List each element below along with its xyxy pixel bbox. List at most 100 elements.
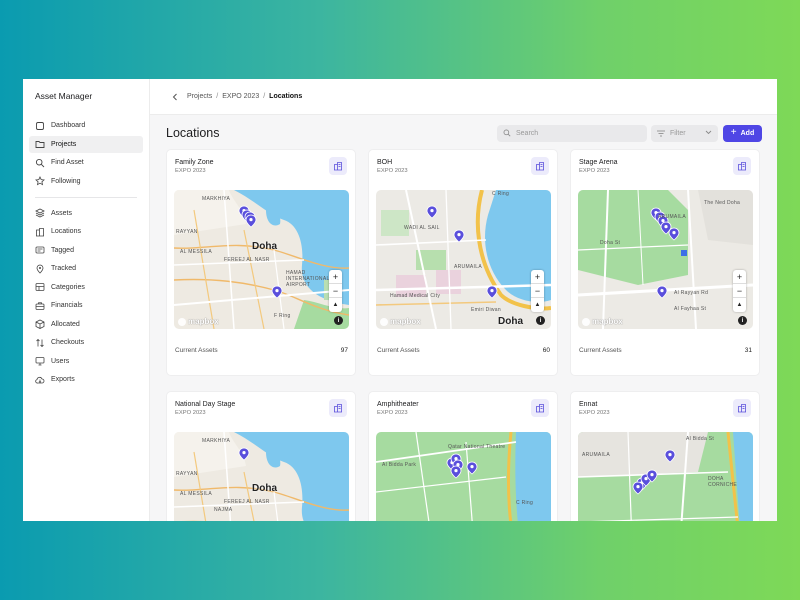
sidebar-item-find-asset[interactable]: Find Asset: [29, 154, 143, 171]
card-header: Ennat EXPO 2023: [571, 392, 759, 430]
current-assets-label: Current Assets: [175, 347, 218, 354]
map-info-button[interactable]: i: [536, 316, 545, 325]
main-area: Projects / EXPO 2023 / Locations Locatio…: [150, 79, 777, 521]
transfer-icon: [35, 338, 45, 348]
plus-icon: +: [730, 127, 737, 138]
location-map[interactable]: C Ring WADI AL SAIL ARUMAILA Hamad Medical …: [376, 190, 551, 329]
app-window: Asset Manager Dashboard Projects Find Asse…: [23, 79, 777, 521]
sidebar-item-label: Assets: [51, 209, 73, 217]
map-label: ARUMAILA: [582, 452, 610, 458]
building-icon[interactable]: [733, 399, 751, 417]
location-card[interactable]: National Day Stage EXPO 2023 RAYYAN AL ME…: [166, 391, 356, 521]
current-assets-count: 97: [340, 347, 348, 354]
map-zoom-controls: + − ▲: [329, 270, 342, 312]
cloud-icon: [35, 375, 45, 385]
sidebar-item-categories[interactable]: Categories: [29, 279, 143, 296]
current-assets-label: Current Assets: [377, 347, 420, 354]
sidebar-secondary-nav: Assets Locations Tagged Tracked Categories Fi…: [29, 205, 143, 389]
card-header: Family Zone EXPO 2023: [167, 150, 355, 188]
card-subtitle: EXPO 2023: [175, 410, 206, 416]
search-input[interactable]: Search: [497, 124, 647, 142]
card-title: BOH: [377, 159, 393, 166]
sidebar-item-assets[interactable]: Assets: [29, 205, 143, 222]
current-assets-label: Current Assets: [579, 347, 622, 354]
map-label: The Ned Doha: [704, 200, 741, 206]
square-icon: [35, 121, 45, 131]
zoom-in-button[interactable]: +: [531, 270, 544, 284]
sidebar-item-users[interactable]: Users: [29, 353, 143, 370]
location-map[interactable]: ARUMAILA The Ned Doha Al Rayyan Rd Al Fayha…: [578, 190, 753, 329]
location-card[interactable]: Amphitheater EXPO 2023 Qatar National Th…: [368, 391, 558, 521]
map-zoom-controls: + − ▲: [733, 270, 746, 312]
card-subtitle: EXPO 2023: [377, 168, 408, 174]
zoom-in-button[interactable]: +: [733, 270, 746, 284]
sidebar-item-financials[interactable]: Financials: [29, 297, 143, 314]
sidebar-item-projects[interactable]: Projects: [29, 135, 143, 153]
breadcrumb-expo[interactable]: EXPO 2023: [222, 93, 259, 100]
location-map[interactable]: RAYYAN AL MESSILA MARKHIYA FEREEJ AL NASR NA…: [174, 432, 349, 521]
zoom-out-button[interactable]: −: [733, 284, 746, 298]
filter-icon: [657, 130, 665, 137]
sidebar-item-dashboard[interactable]: Dashboard: [29, 117, 143, 134]
map-canvas: [578, 190, 753, 329]
zoom-out-button[interactable]: −: [531, 284, 544, 298]
building-icon[interactable]: [733, 157, 751, 175]
filter-dropdown[interactable]: Filter: [651, 124, 718, 142]
location-card[interactable]: Ennat EXPO 2023 ARUMAILA DOHA CORNICHE Al …: [570, 391, 760, 521]
location-card[interactable]: Family Zone EXPO 2023 RAYYAN AL MESSILA MA…: [166, 149, 356, 376]
sidebar-item-locations[interactable]: Locations: [29, 223, 143, 240]
star-icon: [35, 176, 45, 186]
map-label: Al Rayyan Rd: [674, 290, 709, 296]
building-icon[interactable]: [329, 399, 347, 417]
location-card[interactable]: BOH EXPO 2023 C Ring WADI AL SAIL ARUMAILA…: [368, 149, 558, 376]
sidebar-item-checkouts[interactable]: Checkouts: [29, 334, 143, 351]
location-map[interactable]: Qatar National TheatreAl Bidda ParkAl Co…: [376, 432, 551, 521]
add-button[interactable]: + Add: [723, 124, 762, 142]
card-footer: Current Assets 97: [175, 347, 348, 354]
search-icon: [35, 158, 45, 168]
add-button-label: Add: [740, 129, 755, 137]
app-title: Asset Manager: [35, 91, 93, 101]
zoom-in-button[interactable]: +: [329, 270, 342, 284]
breadcrumb-separator: /: [263, 93, 266, 100]
sidebar-item-label: Find Asset: [51, 159, 84, 166]
location-map[interactable]: RAYYAN AL MESSILA MARKHIYA FEREEJ AL NASR HA…: [174, 190, 349, 329]
sidebar-item-exports[interactable]: Exports: [29, 371, 143, 388]
sidebar-divider: [35, 196, 137, 198]
box-icon: [35, 319, 45, 329]
sidebar-item-label: Locations: [51, 228, 81, 235]
mapbox-logo: mapbox: [380, 317, 421, 326]
page-header: Locations Search Filter + Add: [166, 117, 762, 149]
zoom-out-button[interactable]: −: [329, 284, 342, 298]
building-icon[interactable]: [531, 157, 549, 175]
compass-button[interactable]: ▲: [733, 298, 746, 312]
chevron-down-icon: [705, 130, 712, 137]
map-city-label: Doha: [252, 241, 277, 252]
card-title: Ennat: [579, 401, 598, 408]
compass-button[interactable]: ▲: [329, 298, 342, 312]
map-info-button[interactable]: i: [334, 316, 343, 325]
map-label: FEREEJ AL NASR: [224, 257, 270, 263]
building-icon[interactable]: [329, 157, 347, 175]
card-title: Amphitheater: [377, 401, 419, 408]
map-label: Hamad Medical City: [390, 293, 441, 299]
map-info-button[interactable]: i: [738, 316, 747, 325]
sidebar-item-following[interactable]: Following: [29, 173, 143, 190]
building-icon[interactable]: [531, 399, 549, 417]
sidebar-item-tracked[interactable]: Tracked: [29, 260, 143, 277]
sidebar-item-label: Checkouts: [51, 339, 85, 346]
sidebar: Asset Manager Dashboard Projects Find Asse…: [23, 79, 150, 521]
sidebar-item-label: Users: [51, 357, 70, 365]
briefcase-icon: [35, 301, 45, 311]
back-chevron-icon[interactable]: [172, 93, 180, 101]
card-title: National Day Stage: [175, 401, 236, 408]
location-map[interactable]: ARUMAILA DOHA CORNICHE Al Bidda St: [578, 432, 753, 521]
map-city-label: Doha: [498, 316, 523, 327]
sidebar-item-tagged[interactable]: Tagged: [29, 242, 143, 259]
map-canvas: [174, 432, 349, 521]
compass-button[interactable]: ▲: [531, 298, 544, 312]
sidebar-item-label: Projects: [51, 140, 77, 148]
location-card[interactable]: Stage Arena EXPO 2023 ARUMAILA The Ned Do…: [570, 149, 760, 376]
breadcrumb-projects[interactable]: Projects: [187, 93, 212, 100]
sidebar-item-allocated[interactable]: Allocated: [29, 316, 143, 333]
